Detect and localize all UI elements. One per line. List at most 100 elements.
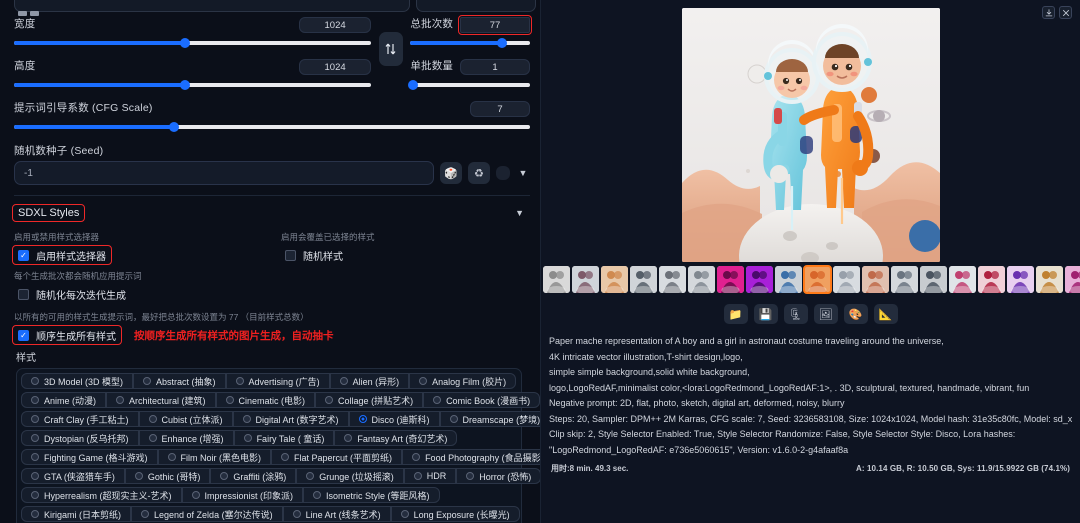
style-tag[interactable]: Legend of Zelda (塞尔达传说) — [131, 506, 283, 523]
style-tag[interactable]: Alien (异形) — [329, 373, 410, 390]
thumbnail-item[interactable] — [1007, 266, 1034, 293]
style-tag[interactable]: Craft Clay (手工粘土) — [21, 411, 139, 428]
random-style-checkbox[interactable]: 随机样式 — [281, 247, 347, 263]
style-tag[interactable]: Flat Papercut (平面剪纸) — [271, 449, 403, 466]
slider-thumb[interactable] — [180, 38, 191, 48]
style-tag[interactable]: Comic Book (漫画书) — [423, 392, 540, 409]
thumbnail-item[interactable] — [601, 266, 628, 293]
width-slider[interactable] — [14, 37, 372, 49]
style-tag[interactable]: Fantasy Art (奇幻艺术) — [334, 430, 458, 447]
style-tag[interactable]: Isometric Style (等距风格) — [303, 487, 440, 504]
thumbnail-item[interactable] — [920, 266, 947, 293]
style-tag[interactable]: Gothic (哥特) — [124, 468, 211, 485]
thumbnail-item[interactable] — [891, 266, 918, 293]
style-tag[interactable]: Disco (迪斯科) — [348, 411, 440, 428]
style-tag[interactable]: Dystopian (反乌托邦) — [21, 430, 139, 447]
style-tag[interactable]: Advertising (广告) — [225, 373, 330, 390]
swap-dimensions-button[interactable] — [378, 32, 403, 66]
style-tag[interactable]: Collage (拼贴艺术) — [315, 392, 424, 409]
thumbnail-item[interactable] — [978, 266, 1005, 293]
download-icon[interactable] — [1042, 6, 1055, 19]
style-tag[interactable]: Long Exposure (长曝光) — [390, 506, 520, 523]
send-to-extras-button[interactable]: 📐 — [873, 304, 898, 324]
generate-all-styles-checkbox[interactable]: ✓ 顺序生成所有样式 — [12, 325, 122, 346]
cfg-scale-value[interactable]: 7 — [470, 101, 530, 117]
thumbnail-item[interactable] — [659, 266, 686, 293]
slider-thumb[interactable] — [407, 80, 418, 90]
style-tag[interactable]: Film Noir (黑色电影) — [157, 449, 272, 466]
style-tag[interactable]: Architectural (建筑) — [106, 392, 216, 409]
style-tag[interactable]: 3D Model (3D 模型) — [21, 373, 134, 390]
style-tag[interactable]: GTA (侠盗猎车手) — [21, 468, 125, 485]
style-tag-label: Kirigami (日本剪纸) — [44, 509, 122, 520]
style-tag[interactable]: Abstract (抽象) — [133, 373, 226, 390]
slider-thumb[interactable] — [168, 122, 179, 132]
thumbnail-item[interactable] — [688, 266, 715, 293]
send-to-inpaint-button[interactable]: 🎨 — [843, 304, 868, 324]
sdxl-styles-header[interactable]: SDXL Styles ▼ — [11, 204, 530, 222]
open-folder-button[interactable]: 📁 — [723, 304, 748, 324]
batch-size-label: 单批数量 — [410, 60, 454, 72]
cfg-scale-slider[interactable] — [14, 121, 530, 133]
style-tag[interactable]: Horror (恐怖) — [456, 468, 540, 485]
style-tag[interactable]: HDR — [403, 468, 457, 485]
style-tag[interactable]: Digital Art (数字艺术) — [232, 411, 349, 428]
style-tag[interactable]: Anime (动漫) — [21, 392, 107, 409]
style-tag[interactable]: Line Art (线条艺术) — [282, 506, 391, 523]
height-slider[interactable] — [14, 79, 372, 91]
slider-thumb[interactable] — [180, 80, 191, 90]
style-tag[interactable]: Enhance (增强) — [138, 430, 234, 447]
generated-image[interactable] — [681, 8, 940, 262]
zip-button[interactable]: 🗜 — [783, 304, 808, 324]
thumbnail-item[interactable] — [949, 266, 976, 293]
thumbnail-item[interactable] — [803, 265, 832, 294]
width-value[interactable]: 1024 — [299, 17, 372, 33]
style-tag[interactable]: Kirigami (日本剪纸) — [21, 506, 132, 523]
thumbnail-item[interactable] — [1065, 266, 1080, 293]
style-tag[interactable]: Cinematic (电影) — [215, 392, 316, 409]
seed-input[interactable]: -1 — [14, 161, 434, 185]
save-button[interactable]: 💾 — [753, 304, 778, 324]
recycle-icon[interactable]: ♻ — [468, 162, 490, 184]
style-tag[interactable]: Impressionist (印象派) — [181, 487, 304, 504]
thumbnail-item[interactable] — [572, 266, 599, 293]
thumbnail-item[interactable] — [746, 266, 773, 293]
cfg-scale-label: 提示词引导系数 (CFG Scale) — [14, 102, 153, 114]
chevron-down-icon[interactable]: ▼ — [515, 208, 524, 218]
chevron-down-icon[interactable]: ▼ — [516, 168, 530, 178]
height-value[interactable]: 1024 — [299, 59, 372, 75]
thumbnail-item[interactable] — [717, 266, 744, 293]
style-tag[interactable]: Food Photography (食品摄影) — [402, 449, 540, 466]
close-icon[interactable] — [1059, 6, 1072, 19]
style-tag[interactable]: Analog Film (胶片) — [409, 373, 517, 390]
style-tag[interactable]: Dreamscape (梦境) — [439, 411, 540, 428]
slider-fill — [14, 83, 186, 87]
thumbnail-strip[interactable] — [541, 262, 1080, 298]
send-to-img2img-button[interactable]: 🖼 — [813, 304, 838, 324]
slider-thumb[interactable] — [497, 38, 508, 48]
style-tag[interactable]: Hyperrealism (超现实主义-艺术) — [21, 487, 182, 504]
style-tag[interactable]: Graffiti (涂鸦) — [210, 468, 297, 485]
batch-count-slider[interactable] — [410, 37, 530, 49]
thumbnail-item[interactable] — [775, 266, 802, 293]
randomize-each-checkbox[interactable]: 随机化每次迭代生成 — [14, 286, 130, 302]
thumbnail-item[interactable] — [630, 266, 657, 293]
batch-count-value[interactable]: 77 — [458, 15, 532, 35]
extra-seed-toggle[interactable] — [496, 166, 510, 180]
close-glyph — [1062, 9, 1069, 16]
batch-size-value[interactable]: 1 — [460, 59, 530, 75]
thumbnail-item[interactable] — [862, 266, 889, 293]
thumbnail-item[interactable] — [543, 266, 570, 293]
style-tag[interactable]: Fighting Game (格斗游戏) — [21, 449, 158, 466]
radio-icon — [31, 491, 39, 500]
style-tag[interactable]: Grunge (垃圾摇滚) — [296, 468, 404, 485]
enable-style-selector-checkbox[interactable]: ✓ 启用样式选择器 — [12, 245, 112, 266]
thumbnail-item[interactable] — [833, 266, 860, 293]
thumbnail-item[interactable] — [1036, 266, 1063, 293]
thumbnail-image — [688, 266, 715, 293]
style-tag[interactable]: Cubist (立体派) — [138, 411, 233, 428]
style-tag[interactable]: Fairy Tale ( 童话) — [233, 430, 335, 447]
batch-size-slider[interactable] — [407, 79, 530, 91]
astronaut-illustration — [681, 8, 940, 262]
dice-icon[interactable]: 🎲 — [440, 162, 462, 184]
